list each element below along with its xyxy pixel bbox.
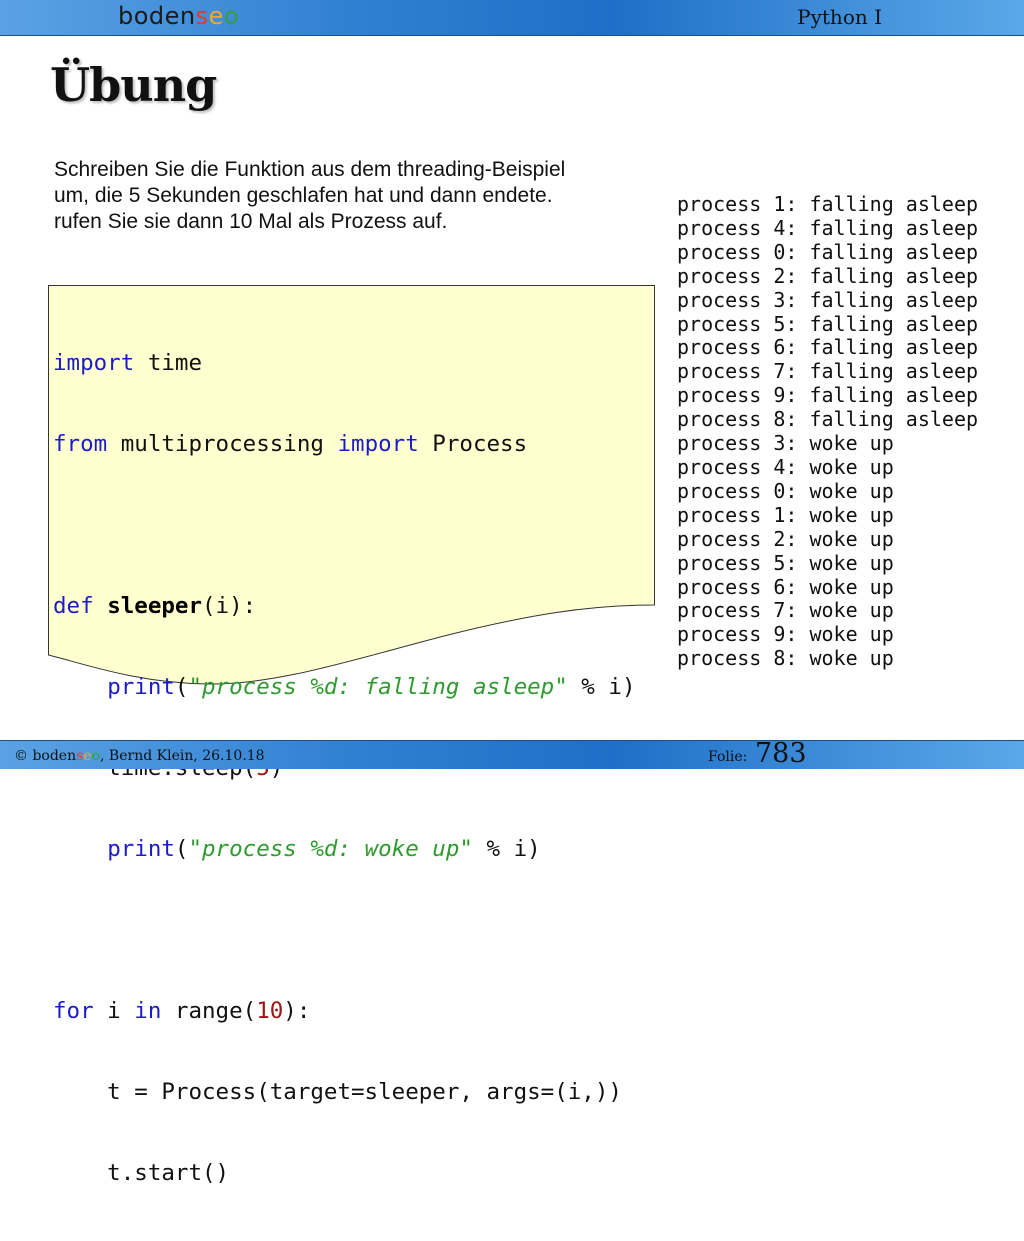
output-line: process 2: woke up bbox=[677, 526, 894, 551]
output-line: process 5: woke up bbox=[677, 550, 894, 575]
bodenseo-logo: bodenseo bbox=[118, 2, 240, 30]
output-line: process 6: falling asleep bbox=[677, 335, 979, 360]
slide-number: 783 bbox=[755, 738, 807, 769]
output-line: process 8: woke up bbox=[677, 646, 894, 671]
output-line: process 1: woke up bbox=[677, 502, 894, 527]
footer-bar: © bodenseo, Bernd Klein, 26.10.18 Folie:… bbox=[0, 738, 1024, 769]
code-line: t.start() bbox=[53, 1160, 230, 1186]
task-line: rufen Sie sie dann 10 Mal als Prozess au… bbox=[54, 210, 448, 233]
output-line: process 7: falling asleep bbox=[677, 359, 979, 384]
output-line: process 7: woke up bbox=[677, 598, 894, 623]
code-line: t = Process(target=sleeper, args=(i,)) bbox=[53, 1079, 622, 1105]
header-bar: bodenseo Python I bbox=[0, 0, 1024, 36]
slide-title: Übung bbox=[50, 58, 217, 112]
copyright-notice: © bodenseo, Bernd Klein, 26.10.18 bbox=[14, 748, 265, 764]
slide-number-label: Folie: bbox=[708, 749, 748, 765]
code-box: import time from multiprocessing import … bbox=[48, 285, 655, 1186]
code-line: import time bbox=[53, 350, 203, 376]
output-line: process 0: falling asleep bbox=[677, 239, 979, 264]
output-line: process 9: falling asleep bbox=[677, 383, 979, 408]
code-line: def sleeper(i): bbox=[53, 593, 257, 619]
output-line: process 0: woke up bbox=[677, 478, 894, 503]
output-line: process 3: falling asleep bbox=[677, 287, 979, 312]
code-line: from multiprocessing import Process bbox=[53, 431, 528, 457]
code-line: for i in range(10): bbox=[53, 998, 311, 1024]
output-line: process 6: woke up bbox=[677, 574, 894, 599]
output-line: process 4: woke up bbox=[677, 454, 894, 479]
task-line: um, die 5 Sekunden geschlafen hat und da… bbox=[54, 184, 553, 207]
course-title: Python I bbox=[797, 5, 882, 29]
output-line: process 5: falling asleep bbox=[677, 311, 979, 336]
output-line: process 4: falling asleep bbox=[677, 215, 979, 240]
code-line: print("process %d: woke up" % i) bbox=[107, 836, 541, 862]
task-description: Schreiben Sie die Funktion aus dem threa… bbox=[54, 157, 654, 235]
output-line: process 9: woke up bbox=[677, 622, 894, 647]
output-line: process 2: falling asleep bbox=[677, 263, 979, 288]
output-line: process 1: falling asleep bbox=[677, 192, 979, 216]
task-line: Schreiben Sie die Funktion aus dem threa… bbox=[54, 158, 566, 181]
code-line: print("process %d: falling asleep" % i) bbox=[107, 674, 636, 700]
program-output: process 1: falling asleep process 4: fall… bbox=[677, 192, 979, 671]
output-line: process 8: falling asleep bbox=[677, 407, 979, 432]
output-line: process 3: woke up bbox=[677, 431, 894, 456]
